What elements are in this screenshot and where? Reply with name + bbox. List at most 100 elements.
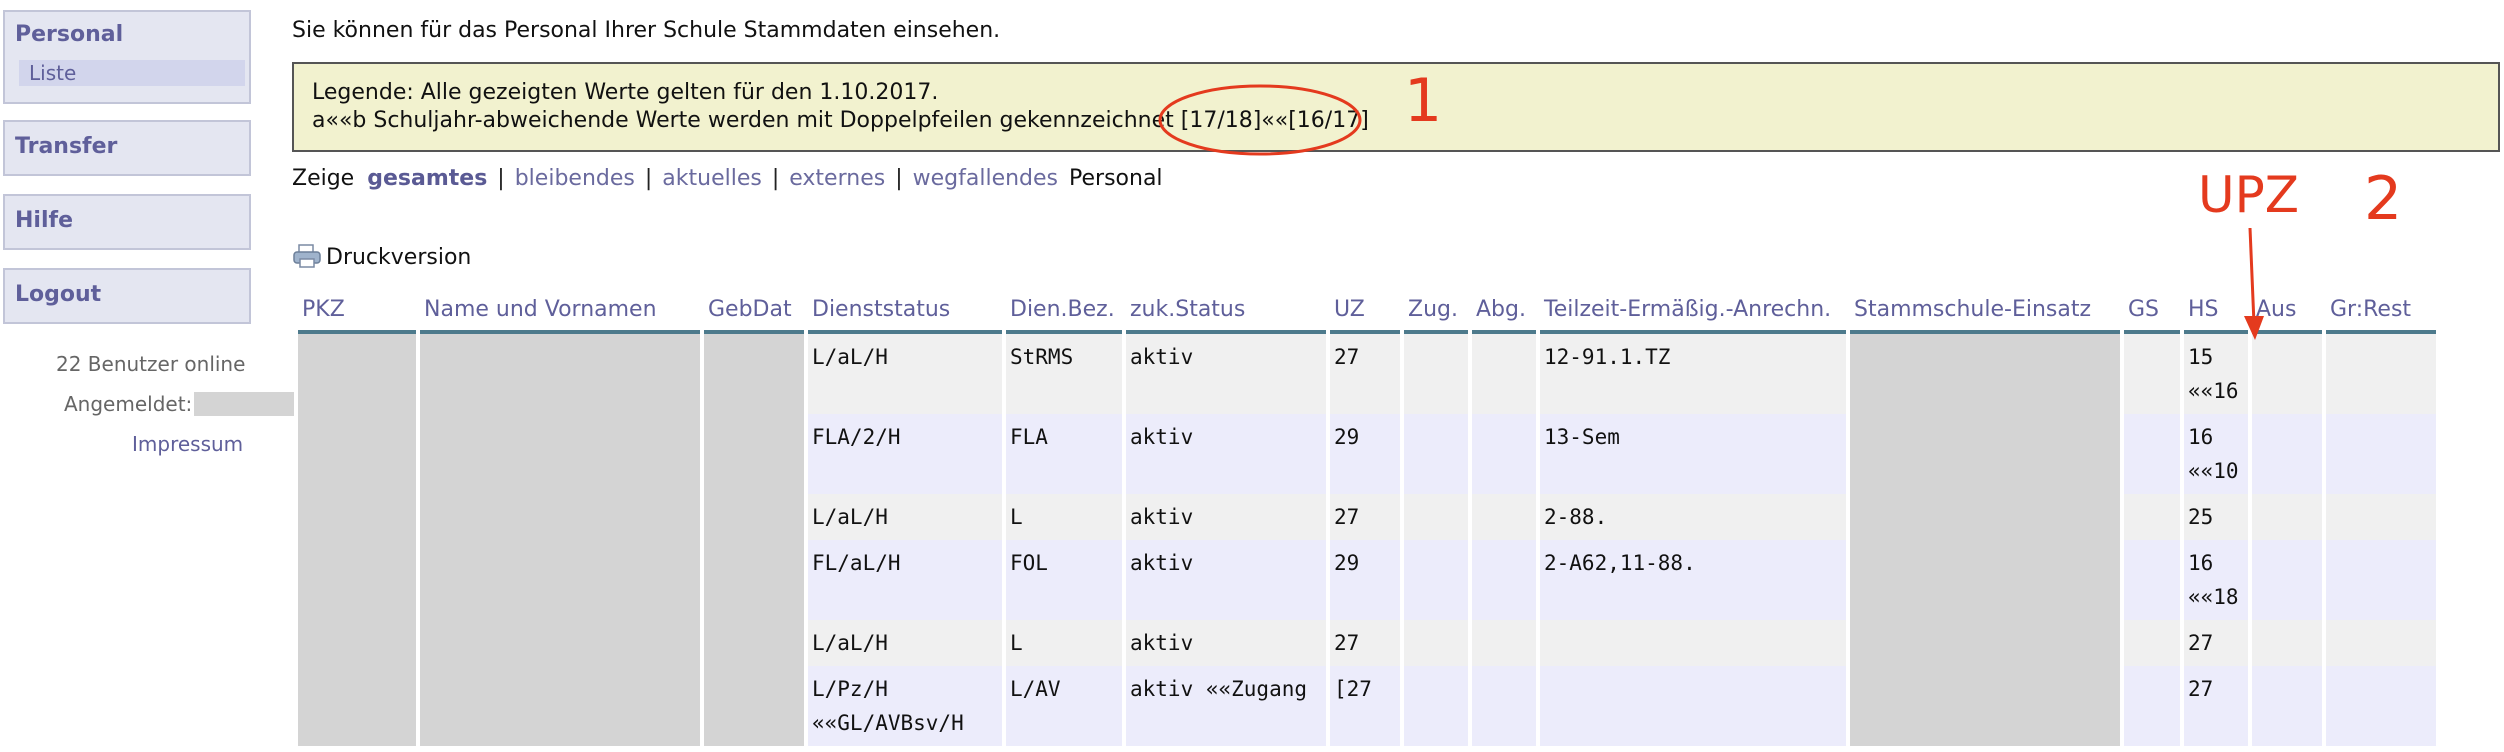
cell-stammschule-redacted [1850, 334, 2120, 414]
filter-prefix: Zeige [292, 166, 355, 191]
cell-uz: 29 [1330, 414, 1400, 494]
cell-teilzeit: 2-88. [1540, 494, 1846, 540]
cell-gr-rest [2326, 620, 2436, 666]
cell-gebdat-redacted [704, 620, 804, 666]
col-pkz[interactable]: PKZ [298, 288, 416, 334]
nav-hilfe-label[interactable]: Hilfe [15, 208, 73, 233]
printer-icon[interactable] [292, 244, 322, 268]
filter-bleibendes[interactable]: bleibendes [515, 166, 635, 191]
cell-dienststatus: L/aL/H [808, 334, 1002, 414]
print-version-label[interactable]: Druckversion [326, 245, 471, 270]
cell-zug [1404, 334, 1468, 414]
cell-name-redacted [420, 620, 700, 666]
table-row: L/aL/H L aktiv 27 27 [298, 620, 2436, 666]
cell-abg [1472, 540, 1536, 620]
staff-filter: Zeige gesamtes | bleibendes | aktuelles | exte… [292, 166, 1163, 191]
cell-hs: 27 [2184, 620, 2248, 666]
nav-personal-label[interactable]: Personal [15, 22, 123, 47]
logged-in-label: Angemeldet: [64, 392, 193, 416]
cell-teilzeit: 13-Sem [1540, 414, 1846, 494]
cell-uz: [27 [1330, 666, 1400, 746]
legend-box: Legende: Alle gezeigten Werte gelten für… [292, 62, 2500, 152]
cell-dienststatus: FL/aL/H [808, 540, 1002, 620]
col-teilzeit[interactable]: Teilzeit-Ermäßig.-Anrechn. [1540, 288, 1846, 334]
col-abg[interactable]: Abg. [1472, 288, 1536, 334]
cell-dienbez: L [1006, 494, 1122, 540]
cell-uz: 27 [1330, 334, 1400, 414]
cell-gr-rest [2326, 334, 2436, 414]
staff-table: PKZ Name und Vornamen GebDat Dienststatu… [294, 288, 2440, 746]
cell-dienststatus: FLA/2/H [808, 414, 1002, 494]
cell-gs [2124, 540, 2180, 620]
col-dienststatus[interactable]: Dienststatus [808, 288, 1002, 334]
cell-dienbez: StRMS [1006, 334, 1122, 414]
col-name[interactable]: Name und Vornamen [420, 288, 700, 334]
nav-logout[interactable]: Logout [3, 268, 251, 324]
col-uz[interactable]: UZ [1330, 288, 1400, 334]
cell-abg [1472, 494, 1536, 540]
cell-abg [1472, 620, 1536, 666]
annotation-label-2: 2 [2364, 164, 2403, 234]
nav-personal[interactable]: Personal Liste [3, 10, 251, 104]
cell-gebdat-redacted [704, 666, 804, 746]
cell-pkz-redacted [298, 620, 416, 666]
nav-transfer-label[interactable]: Transfer [15, 134, 117, 159]
filter-externes[interactable]: externes [789, 166, 885, 191]
cell-gr-rest [2326, 414, 2436, 494]
cell-abg [1472, 334, 1536, 414]
cell-abg [1472, 414, 1536, 494]
annotation-arrow [2244, 227, 2264, 340]
table-row: L/aL/H StRMS aktiv 27 12-91.1.TZ 15 ««16 [298, 334, 2436, 414]
cell-gr-rest [2326, 666, 2436, 746]
cell-teilzeit: 2-A62,11-88. [1540, 540, 1846, 620]
cell-uz: 29 [1330, 540, 1400, 620]
cell-gs [2124, 414, 2180, 494]
filter-separator: | [497, 166, 505, 191]
filter-separator: | [644, 166, 653, 191]
filter-separator: | [771, 166, 780, 191]
cell-teilzeit [1540, 666, 1846, 746]
sidebar: Personal Liste Transfer Hilfe Logout 22 … [0, 0, 294, 752]
nav-logout-label[interactable]: Logout [15, 282, 101, 307]
col-dienbez[interactable]: Dien.Bez. [1006, 288, 1122, 334]
cell-pkz-redacted [298, 494, 416, 540]
cell-dienbez: FLA [1006, 414, 1122, 494]
col-zuk-status[interactable]: zuk.Status [1126, 288, 1326, 334]
col-gs[interactable]: GS [2124, 288, 2180, 334]
cell-gebdat-redacted [704, 494, 804, 540]
cell-status: aktiv [1126, 620, 1326, 666]
cell-pkz-redacted [298, 414, 416, 494]
nav-personal-liste[interactable]: Liste [19, 60, 245, 86]
cell-dienststatus: L/aL/H [808, 620, 1002, 666]
filter-gesamtes[interactable]: gesamtes [367, 166, 487, 191]
cell-gr-rest [2326, 540, 2436, 620]
table-row: FLA/2/H FLA aktiv 29 13-Sem 16 ««10 [298, 414, 2436, 494]
cell-stammschule-redacted [1850, 666, 2120, 746]
cell-name-redacted [420, 334, 700, 414]
filter-wegfallendes[interactable]: wegfallendes [913, 166, 1058, 191]
nav-hilfe[interactable]: Hilfe [3, 194, 251, 250]
filter-aktuelles[interactable]: aktuelles [662, 166, 762, 191]
cell-gebdat-redacted [704, 414, 804, 494]
print-version-link[interactable]: Druckversion [292, 244, 471, 270]
cell-status: aktiv [1126, 334, 1326, 414]
annotation-label-upz: UPZ [2198, 166, 2300, 224]
cell-dienststatus: L/aL/H [808, 494, 1002, 540]
cell-gs [2124, 494, 2180, 540]
col-gebdat[interactable]: GebDat [704, 288, 804, 334]
cell-gs [2124, 334, 2180, 414]
cell-zug [1404, 620, 1468, 666]
cell-teilzeit: 12-91.1.TZ [1540, 334, 1846, 414]
legend-line-1: Legende: Alle gezeigten Werte gelten für… [312, 80, 939, 105]
cell-name-redacted [420, 666, 700, 746]
cell-dienbez: L [1006, 620, 1122, 666]
col-gr-rest[interactable]: Gr:Rest [2326, 288, 2436, 334]
cell-gebdat-redacted [704, 540, 804, 620]
nav-transfer[interactable]: Transfer [3, 120, 251, 176]
cell-gs [2124, 666, 2180, 746]
cell-aus [2252, 666, 2322, 746]
cell-pkz-redacted [298, 540, 416, 620]
impressum-link[interactable]: Impressum [132, 432, 243, 456]
col-zug[interactable]: Zug. [1404, 288, 1468, 334]
col-stammschule[interactable]: Stammschule-Einsatz [1850, 288, 2120, 334]
